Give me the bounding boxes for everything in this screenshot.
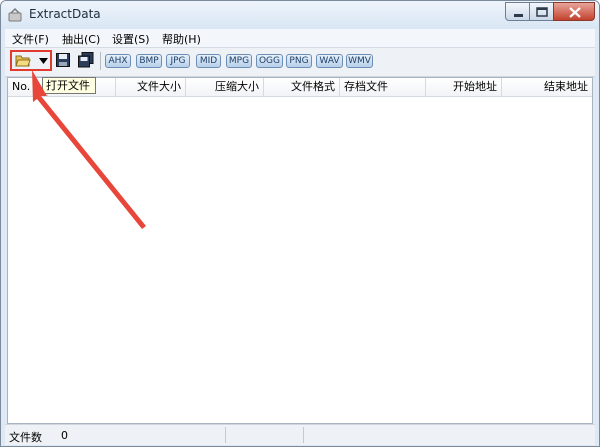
format-bmp-button[interactable]: BMP [136, 54, 162, 68]
close-icon [569, 7, 581, 18]
column-start-address[interactable]: 开始地址 [426, 78, 502, 96]
format-mpg-button[interactable]: MPG [226, 54, 252, 68]
save-icon[interactable] [56, 53, 70, 67]
maximize-button[interactable] [529, 2, 554, 21]
menu-help[interactable]: 帮助(H) [162, 31, 201, 47]
status-file-count: 0 [61, 429, 68, 442]
status-divider [303, 427, 304, 443]
app-window: ExtractData 文件(F) 抽出(C) 设置(S) 帮助(H) AHX … [0, 0, 600, 447]
menu-settings[interactable]: 设置(S) [112, 31, 150, 47]
format-wav-button[interactable]: WAV [316, 54, 343, 68]
column-compressed-size[interactable]: 压缩大小 [186, 78, 264, 96]
app-icon [8, 7, 22, 22]
format-ahx-button[interactable]: AHX [105, 54, 131, 68]
format-png-button[interactable]: PNG [286, 54, 312, 68]
column-archive-file[interactable]: 存档文件 [340, 78, 426, 96]
minimize-icon [514, 14, 523, 17]
maximize-icon [536, 7, 548, 17]
status-file-count-label: 文件数 [9, 431, 42, 444]
column-end-address[interactable]: 结束地址 [502, 78, 592, 96]
open-file-tooltip: 打开文件 [42, 77, 96, 94]
minimize-button[interactable] [505, 2, 530, 21]
toolbar-separator [100, 52, 101, 70]
close-button[interactable] [553, 2, 595, 21]
status-bar: 文件数 0 [5, 424, 595, 445]
toolbar: AHX BMP JPG MID MPG OGG PNG WAV WMV [5, 48, 595, 77]
highlight-box [10, 50, 52, 71]
title-bar[interactable]: ExtractData [1, 1, 599, 29]
window-title: ExtractData [29, 7, 101, 21]
column-file-format[interactable]: 文件格式 [264, 78, 340, 96]
file-list[interactable]: No. 文件大小 压缩大小 文件格式 存档文件 开始地址 结束地址 [7, 77, 593, 424]
status-divider [225, 427, 226, 443]
save-all-icon[interactable] [78, 52, 94, 68]
menu-bar: 文件(F) 抽出(C) 设置(S) 帮助(H) [5, 29, 595, 48]
column-file-size[interactable]: 文件大小 [116, 78, 186, 96]
format-mid-button[interactable]: MID [196, 54, 221, 68]
format-ogg-button[interactable]: OGG [256, 54, 283, 68]
format-wmv-button[interactable]: WMV [346, 54, 373, 68]
menu-file[interactable]: 文件(F) [12, 31, 49, 47]
menu-extract[interactable]: 抽出(C) [62, 31, 100, 47]
format-jpg-button[interactable]: JPG [166, 54, 190, 68]
